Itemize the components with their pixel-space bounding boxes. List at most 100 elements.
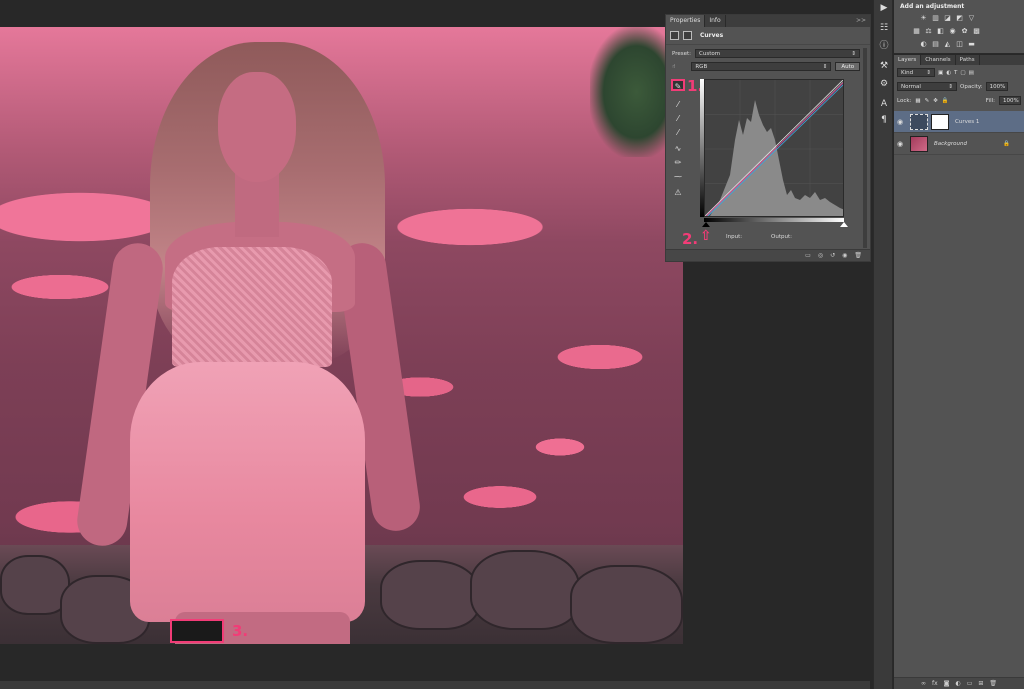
chevron-down-icon: ⇕ [851,50,857,57]
properties-footer: ▭ ◎ ↺ ◉ 🗑 [666,249,870,261]
layer-mask-icon[interactable] [683,31,692,40]
photo-filter-icon[interactable]: ◉ [948,27,957,35]
curves-graph[interactable] [704,79,844,217]
layer-row-background[interactable]: ◉ Background 🔒 [894,133,1024,155]
blend-mode-dropdown[interactable]: Normal ⇕ [897,82,957,91]
kind-filter-dropdown[interactable]: Kind ⇕ [897,68,935,77]
channel-dropdown[interactable]: RGB ⇕ [691,62,832,71]
curve-points-icon[interactable]: ∿ [671,143,685,155]
invert-icon[interactable]: ◐ [919,40,928,48]
link-icon[interactable]: ∞ [921,680,926,687]
filter-smart-icon[interactable]: ▤ [969,70,974,76]
status-bar [0,681,870,689]
exposure-icon[interactable]: ◩ [955,14,964,22]
pencil-draw-icon[interactable]: ✏ [671,157,685,169]
clipping-warning-icon[interactable]: ⚠ [671,187,685,199]
adjust-on-image-icon[interactable]: ✎ [671,79,685,91]
reset-icon[interactable]: ↺ [830,252,835,259]
layer-name[interactable]: Curves 1 [955,119,979,125]
color-lookup-icon[interactable]: ▩ [972,27,981,35]
play-icon[interactable]: ▶ [877,2,891,14]
channel-mixer-icon[interactable]: ✿ [960,27,969,35]
tab-info[interactable]: Info [705,15,726,27]
filter-adjustment-icon[interactable]: ◐ [946,70,951,76]
eye-icon[interactable]: ◉ [894,140,906,148]
layer-mask-thumbnail[interactable] [931,113,949,130]
adjustments-panel-icon[interactable]: ☷ [877,22,891,34]
tab-channels[interactable]: Channels [921,55,956,65]
properties-tabbar: Properties Info >> [666,15,870,27]
subject-dress-top [172,247,332,367]
curves-graph-svg [705,80,843,216]
input-gradient-bar [704,218,844,222]
brightness-contrast-icon[interactable]: ☀ [919,14,928,22]
curves-adjustment-icon[interactable] [670,31,679,40]
trash-icon[interactable]: 🗑 [854,252,862,259]
smooth-icon[interactable]: ⁓ [671,171,685,183]
rock [380,560,480,630]
view-previous-icon[interactable]: ◎ [818,252,823,259]
selective-color-icon[interactable]: ◫ [955,40,964,48]
adjustment-icon[interactable]: ◐ [955,680,960,687]
layer-name[interactable]: Background [934,141,967,147]
paragraph-panel-icon[interactable]: ¶ [877,114,891,126]
fx-icon[interactable]: fx [932,680,938,687]
gray-point-eyedropper-icon[interactable]: ⁄ [671,113,685,125]
info-panel-icon[interactable]: ⓘ [877,40,891,52]
opacity-field[interactable]: 100% [985,82,1008,91]
white-point-slider[interactable] [840,222,848,227]
tab-properties[interactable]: Properties [666,15,706,27]
clip-to-layer-icon[interactable]: ▭ [805,252,811,259]
tab-paths[interactable]: Paths [956,55,980,65]
black-point-eyedropper-icon[interactable]: ⁄ [671,99,685,111]
eye-icon[interactable]: ◉ [894,118,906,126]
hue-saturation-icon[interactable]: ▦ [912,27,921,35]
vibrance-icon[interactable]: ▽ [967,14,976,22]
black-point-slider[interactable] [702,222,710,227]
panel-collapse-icon[interactable]: >> [852,15,870,27]
threshold-icon[interactable]: ◭ [943,40,952,48]
properties-panel: Properties Info >> Curves Preset: Custom… [665,14,871,262]
auto-button[interactable]: Auto [835,62,861,71]
input-label: Input: [726,234,743,240]
fill-field[interactable]: 100% [999,96,1021,105]
white-point-eyedropper-icon[interactable]: ⁄ [671,127,685,139]
preset-row: Preset: Custom ⇕ [672,49,862,58]
filter-pixel-icon[interactable]: ▣ [938,70,943,76]
panel-icon-strip: ▶ ☷ ⓘ ⚒ ⚙ A ¶ [873,0,893,689]
layer-filter-row: Kind ⇕ ▣ ◐ T ▢ ▤ [897,68,974,77]
curves-layer-thumbnail [910,113,928,130]
character-panel-icon[interactable]: A [877,98,891,110]
layers-footer: ∞ fx ◙ ◐ ▭ ⊞ 🗑 [894,677,1024,689]
tab-layers[interactable]: Layers [894,55,922,65]
adjustments-title: Add an adjustment [900,3,965,10]
trash-icon[interactable]: 🗑 [989,680,997,687]
levels-icon[interactable]: ▥ [931,14,940,22]
hand-target-icon[interactable]: ☝ [672,64,675,70]
curves-icon[interactable]: ◪ [943,14,952,22]
preset-dropdown[interactable]: Custom ⇕ [695,49,861,58]
lock-pixels-icon[interactable]: ✎ [925,98,930,104]
blend-mode-value: Normal [901,83,921,90]
layer-row-curves[interactable]: ◉ Curves 1 [894,111,1024,133]
document-image[interactable] [0,27,683,644]
brush-panel-icon[interactable]: ⚙ [877,78,891,90]
new-layer-icon[interactable]: ⊞ [978,680,983,687]
filter-type-icon[interactable]: T [954,70,957,76]
properties-scrollbar[interactable] [863,48,867,248]
annotation-highlight-box [170,619,224,643]
mask-icon[interactable]: ◙ [944,680,950,687]
visibility-icon[interactable]: ◉ [842,252,847,259]
gradient-map-icon[interactable]: ▬ [967,40,976,48]
lock-all-icon[interactable]: 🔒 [942,98,949,104]
tools-preset-icon[interactable]: ⚒ [877,60,891,72]
posterize-icon[interactable]: ▤ [931,40,940,48]
color-balance-icon[interactable]: ⚖ [924,27,933,35]
group-icon[interactable]: ▭ [967,680,973,687]
output-label: Output: [771,234,792,240]
filter-shape-icon[interactable]: ▢ [960,70,965,76]
preset-label: Preset: [672,50,692,57]
black-white-icon[interactable]: ◧ [936,27,945,35]
lock-transparent-icon[interactable]: ▦ [915,98,920,104]
lock-position-icon[interactable]: ✥ [933,98,938,104]
